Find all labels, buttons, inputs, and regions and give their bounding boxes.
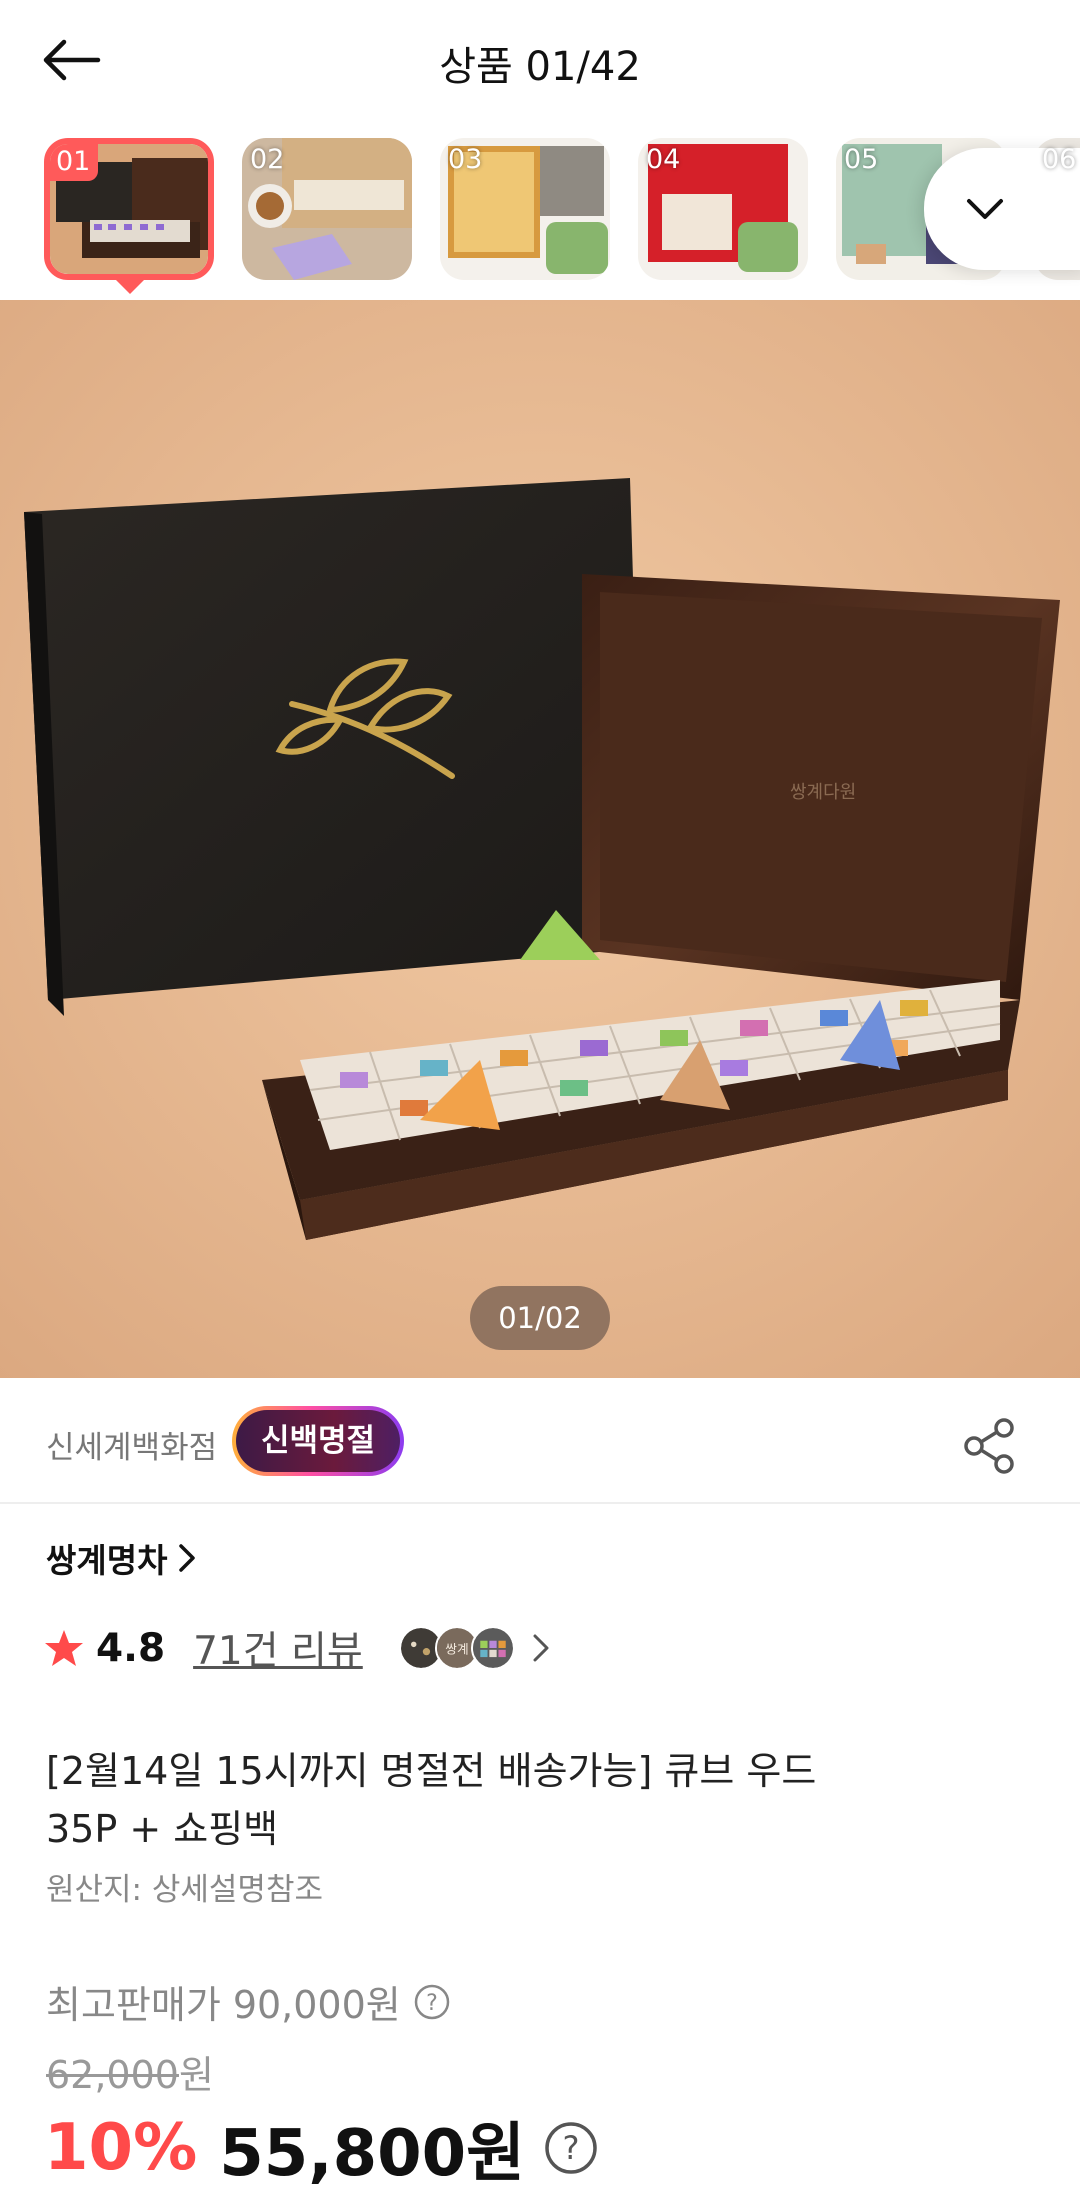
original-price: 62,000원: [46, 2044, 214, 2099]
svg-text:?: ?: [426, 1991, 438, 2016]
product-title-line2: 35P + 쇼핑백: [46, 1807, 279, 1851]
discount-rate: 10%: [44, 2111, 198, 2185]
review-avatars[interactable]: 쌍계: [398, 1626, 515, 1670]
thumbnail-number: 05: [844, 144, 879, 175]
product-image[interactable]: 쌍계다원: [0, 300, 1080, 1378]
brand-link[interactable]: 쌍계명차: [46, 1534, 197, 1582]
svg-text:쌍계: 쌍계: [445, 1641, 468, 1656]
review-count-link[interactable]: 71건 리뷰: [193, 1620, 363, 1676]
thumbnail-number: 03: [448, 144, 483, 175]
thumbnail-number: 04: [646, 144, 681, 175]
chevron-right-icon: [179, 1544, 196, 1572]
thumbnail-03[interactable]: 03: [440, 138, 610, 280]
max-price-value: 90,000원: [232, 1983, 401, 2027]
box-inscription: 쌍계다원: [790, 782, 856, 803]
event-badge[interactable]: 신백명절: [232, 1406, 404, 1476]
active-thumbnail-pointer: [116, 280, 144, 294]
chevron-down-icon: [967, 199, 1003, 219]
chevron-right-icon[interactable]: [531, 1633, 551, 1663]
image-counter: 01/02: [470, 1286, 610, 1350]
product-photo: 쌍계다원: [0, 300, 1080, 1378]
store-name[interactable]: 신세계백화점: [46, 1422, 217, 1467]
thumbnail-01[interactable]: 01: [44, 138, 214, 280]
thumbnail-04[interactable]: 04: [638, 138, 808, 280]
svg-text:?: ?: [563, 2129, 580, 2167]
final-price: 55,800원: [219, 2117, 526, 2191]
original-price-number: 62,000: [46, 2053, 179, 2097]
help-icon[interactable]: ?: [543, 2120, 599, 2176]
original-price-unit: 원: [178, 2053, 214, 2097]
max-price-row: 최고판매가 90,000원 ?: [46, 1974, 451, 2029]
product-title: [2월14일 15시까지 명절전 배송가능] 큐브 우드 35P + 쇼핑백: [46, 1742, 906, 1858]
page-title: 상품 01/42: [439, 44, 641, 90]
product-title-line1: [2월14일 15시까지 명절전 배송가능] 큐브 우드: [46, 1749, 817, 1793]
final-price-row: 10% 55,800원 ?: [44, 2108, 599, 2191]
thumbnail-number: 01: [50, 144, 99, 181]
rating-row: 4.8 71건 리뷰 쌍계: [44, 1618, 551, 1678]
thumbnail-number: 06: [1042, 144, 1077, 175]
star-icon: [45, 1630, 83, 1666]
max-price-label: 최고판매가: [46, 1983, 221, 2027]
top-header: 상품 01/42: [0, 0, 1080, 122]
brand-name: 쌍계명차: [46, 1541, 168, 1580]
avatar: [470, 1626, 515, 1670]
thumbnail-number: 02: [250, 144, 285, 175]
seller-row: 신세계백화점 신백명절: [0, 1380, 1080, 1504]
share-icon: [964, 1418, 1014, 1474]
thumbnail-02[interactable]: 02: [242, 138, 412, 280]
share-button[interactable]: [958, 1414, 1022, 1478]
event-badge-label: 신백명절: [236, 1410, 400, 1472]
origin-info: 원산지: 상세설명참조: [46, 1872, 323, 1908]
thumbnail-strip[interactable]: 01 02 03 04 05 06: [0, 138, 1080, 288]
help-icon[interactable]: ?: [413, 1983, 451, 2021]
rating-score: 4.8: [96, 1625, 166, 1671]
